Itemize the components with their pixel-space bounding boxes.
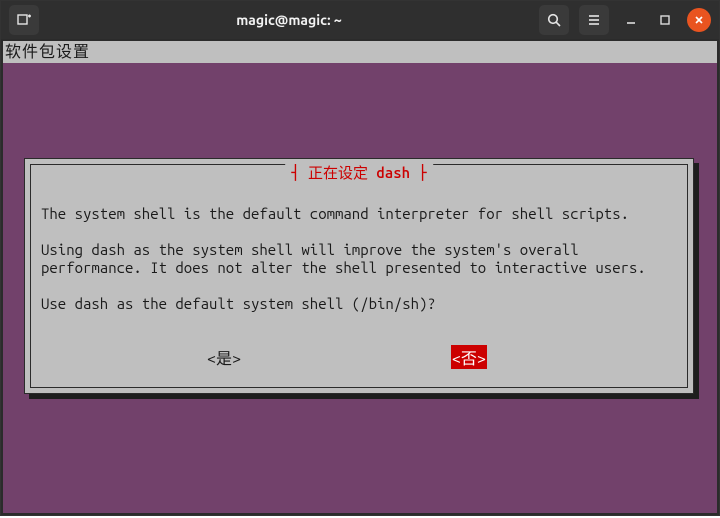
terminal-window: magic@magic: ~	[0, 0, 720, 516]
new-tab-button[interactable]	[9, 5, 39, 35]
dialog-frame: ┤ 正在设定 dash ├ The system shell is the de…	[30, 164, 688, 388]
maximize-icon	[659, 14, 671, 26]
terminal-area[interactable]: 软件包设置 ┤ 正在设定 dash ├ The system shell is …	[1, 39, 719, 515]
yes-button[interactable]: <是>	[207, 345, 241, 369]
close-button[interactable]	[687, 8, 711, 32]
dialog-button-row: <是> <否>	[31, 345, 687, 369]
close-icon	[693, 14, 705, 26]
window-title: magic@magic: ~	[39, 12, 539, 28]
minimize-button[interactable]	[619, 8, 643, 32]
dialog-text-para1: The system shell is the default command …	[41, 205, 629, 222]
new-tab-icon	[16, 12, 32, 28]
maximize-button[interactable]	[653, 8, 677, 32]
dialog-question: Use dash as the default system shell (/b…	[41, 295, 436, 312]
dialog-text-para2: Using dash as the system shell will impr…	[41, 241, 646, 276]
dialog-title: ┤ 正在设定 dash ├	[285, 162, 433, 183]
package-config-header: 软件包设置	[3, 41, 717, 63]
minimize-icon	[625, 14, 637, 26]
search-button[interactable]	[539, 5, 569, 35]
menu-button[interactable]	[579, 5, 609, 35]
search-icon	[546, 12, 562, 28]
menu-icon	[586, 12, 602, 28]
titlebar: magic@magic: ~	[1, 1, 719, 39]
debconf-dialog: ┤ 正在设定 dash ├ The system shell is the de…	[24, 158, 694, 394]
no-button[interactable]: <否>	[451, 345, 487, 369]
